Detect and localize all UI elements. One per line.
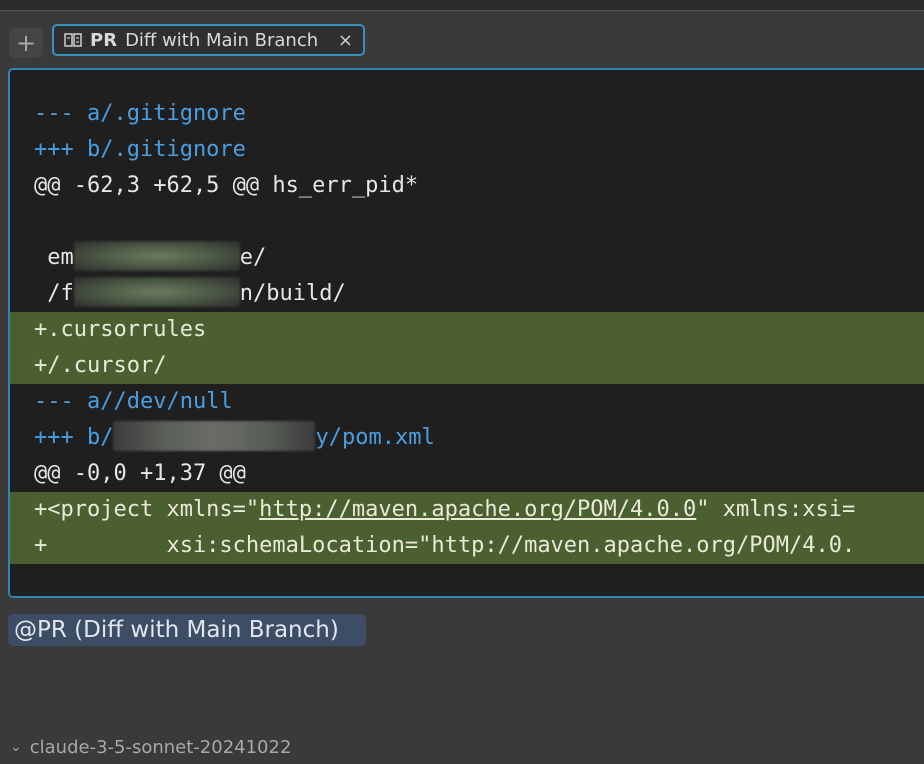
diff-line-added: +<project xmlns="http://maven.apache.org…	[10, 492, 924, 528]
diff-line-added: + xsi:schemaLocation="http://maven.apach…	[10, 528, 924, 564]
chip-title: Diff with Main Branch	[125, 29, 319, 51]
diff-text: y/pom.xml	[315, 425, 435, 450]
redacted-region	[73, 277, 240, 307]
redacted-region	[113, 421, 316, 451]
model-label: claude-3-5-sonnet-20241022	[29, 736, 292, 758]
diff-preview[interactable]: --- a/.gitignore +++ b/.gitignore @@ -62…	[8, 68, 924, 598]
diff-url: http://maven.apache.org/POM/4.0.0	[259, 497, 697, 522]
diff-line: --- a/.gitignore	[34, 101, 246, 126]
diff-text: /f	[34, 281, 74, 306]
diff-line-added: +.cursorrules	[10, 312, 924, 348]
diff-lines: --- a/.gitignore +++ b/.gitignore @@ -62…	[10, 96, 924, 564]
diff-line: +++ b/y/pom.xml	[10, 420, 924, 456]
diff-line-added: +/.cursor/	[10, 348, 924, 384]
diff-text: n/build/	[239, 281, 346, 306]
context-chip-pr-diff[interactable]: PR Diff with Main Branch ×	[52, 24, 365, 56]
diff-line: +++ b/.gitignore	[34, 137, 246, 162]
preview-bottom-padding	[10, 568, 924, 596]
diff-line: em e/	[10, 240, 924, 276]
diff-text: +<project xmlns="	[34, 497, 260, 522]
plus-icon: +	[15, 29, 37, 57]
close-icon[interactable]: ×	[338, 30, 353, 51]
add-context-button[interactable]: +	[9, 28, 43, 58]
diff-line	[10, 204, 924, 240]
diff-text: +++ b/	[34, 425, 114, 450]
redacted-region	[73, 241, 240, 271]
diff-text: e/	[239, 245, 267, 270]
diff-line: @@ -0,0 +1,37 @@	[34, 461, 246, 486]
mention-pill[interactable]: @PR (Diff with Main Branch)	[8, 614, 366, 646]
diff-text: " xmlns:xsi=	[696, 497, 856, 522]
diff-line: --- a//dev/null	[34, 389, 233, 414]
top-divider	[0, 0, 924, 11]
diff-text: em	[34, 245, 74, 270]
pr-tag: PR	[90, 29, 118, 51]
diff-line: @@ -62,3 +62,5 @@ hs_err_pid*	[34, 173, 419, 198]
model-selector[interactable]: ⌄ claude-3-5-sonnet-20241022	[10, 734, 291, 760]
composer-panel: + PR Diff with Main Branch × --- a/.giti…	[0, 0, 924, 764]
chevron-down-icon: ⌄	[10, 739, 22, 755]
diff-line: /f n/build/	[10, 276, 924, 312]
diff-icon	[64, 33, 82, 47]
